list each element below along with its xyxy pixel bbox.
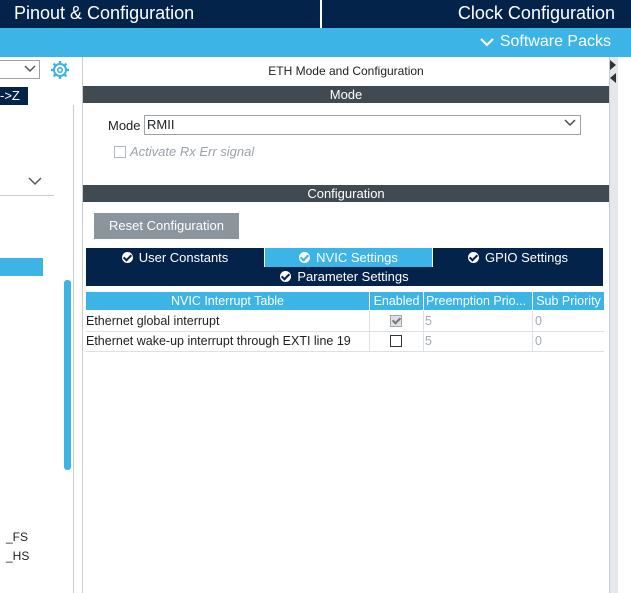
enabled-checkbox[interactable] [390,315,402,327]
enabled-checkbox[interactable] [390,335,402,347]
panel-splitter[interactable] [610,57,618,593]
page-title: ETH Mode and Configuration [268,64,424,78]
configuration-section-header: Configuration [83,185,609,202]
mode-label: Mode [108,118,141,133]
tab-label: GPIO Settings [484,250,569,265]
interrupt-name: Ethernet global interrupt [86,314,220,328]
sub-priority-value[interactable]: 0 [535,331,542,351]
table-row[interactable]: Ethernet wake-up interrupt through EXTI … [86,331,604,352]
tab-user-constants[interactable]: User Constants [86,248,264,267]
check-circle-icon [280,271,292,282]
software-packs-label: Software Packs [499,33,611,50]
interrupt-name: Ethernet wake-up interrupt through EXTI … [86,334,351,348]
expand-right-icon[interactable] [610,60,616,70]
column-divider [423,311,424,331]
rx-err-label: Activate Rx Err signal [130,144,255,159]
list-item[interactable]: _FS [6,530,28,544]
selected-list-item[interactable] [0,258,43,276]
column-divider [532,311,533,331]
check-circle-icon [121,252,133,263]
sub-priority-value[interactable]: 0 [535,311,542,331]
panel-divider [73,105,74,593]
tab-label: Parameter Settings [297,269,409,284]
column-header-sub-priority[interactable]: Sub Priority [533,292,604,310]
tab-gpio-settings[interactable]: GPIO Settings [433,248,603,267]
rx-err-checkbox[interactable] [114,146,126,158]
software-packs-menu[interactable]: Software Packs [480,33,611,51]
chevron-down-icon [24,62,36,76]
column-header-preemption-priority[interactable]: Preemption Prio... [424,292,532,310]
column-divider [532,331,533,351]
preemption-priority-value[interactable]: 5 [425,311,432,331]
column-divider [369,311,370,331]
check-circle-icon [467,252,479,263]
divider [0,195,54,196]
sort-az-button[interactable]: ->Z [0,87,28,105]
panel-border [82,57,83,593]
reset-configuration-button[interactable]: Reset Configuration [94,213,239,239]
mode-section-header: Mode [83,86,609,103]
check-circle-icon [299,252,311,263]
scrollbar-thumb[interactable] [64,280,71,470]
mode-select[interactable]: RMII [144,115,581,135]
tab-label: User Constants [138,250,229,265]
tab-nvic-settings[interactable]: NVIC Settings [265,248,432,267]
chevron-down-icon [564,116,576,131]
tab-label: NVIC Settings [316,250,398,265]
collapse-left-icon[interactable] [610,73,616,83]
tab-parameter-settings[interactable]: Parameter Settings [86,267,603,286]
chevron-down-icon [480,38,494,47]
chevron-down-icon[interactable] [28,173,42,189]
column-divider [423,331,424,351]
column-header-enabled[interactable]: Enabled [370,292,423,310]
table-row[interactable]: Ethernet global interrupt 5 0 [86,311,604,332]
gear-icon[interactable] [50,60,70,80]
tab-clock-label[interactable]: Clock Configuration [458,3,615,24]
preemption-priority-value[interactable]: 5 [425,331,432,351]
column-divider [369,331,370,351]
list-item[interactable]: _HS [6,549,29,563]
tab-pinout-label[interactable]: Pinout & Configuration [14,3,194,24]
column-header-nvic-table[interactable]: NVIC Interrupt Table [86,292,369,310]
